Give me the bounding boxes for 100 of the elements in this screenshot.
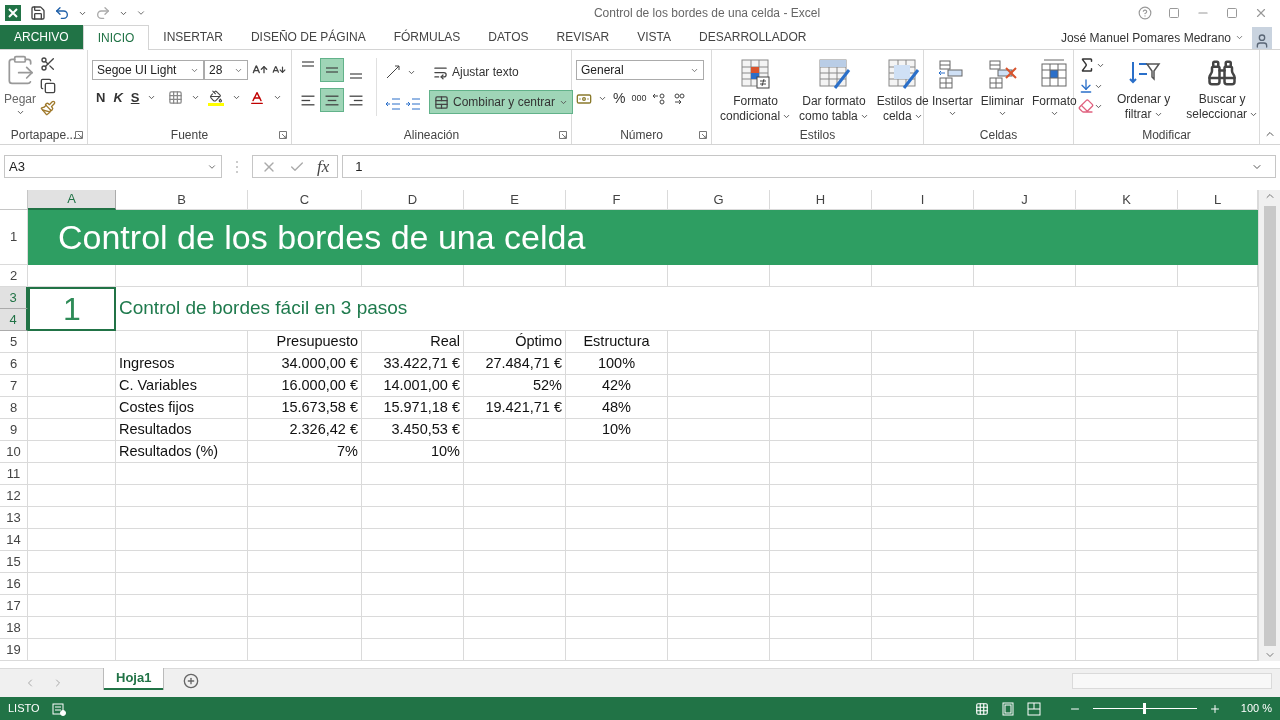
zoom-in-icon[interactable] — [1208, 702, 1221, 715]
find-select-button[interactable]: Buscar y seleccionar — [1182, 54, 1263, 122]
ribbon-tab[interactable]: DATOS — [474, 25, 543, 49]
group-label: Alineación — [403, 127, 460, 144]
formula-field[interactable]: 1 — [342, 155, 1276, 178]
macro-record-icon[interactable] — [51, 701, 66, 716]
cut-icon[interactable] — [40, 56, 57, 72]
wrap-text-button[interactable]: Ajustar texto — [429, 60, 574, 84]
name-box[interactable]: A3 — [4, 155, 222, 178]
page-layout-icon[interactable] — [1000, 701, 1015, 716]
dialog-launcher-icon[interactable] — [559, 131, 567, 139]
format-painter-icon[interactable] — [40, 100, 57, 116]
table-cell: 7% — [248, 441, 362, 463]
fill-color-icon[interactable] — [208, 89, 225, 106]
underline-button[interactable]: S — [130, 88, 140, 108]
table-cell: 33.422,71 € — [362, 353, 464, 375]
vertical-scrollbar[interactable] — [1258, 190, 1280, 661]
decrease-decimal-icon[interactable] — [672, 91, 687, 106]
empty-cell[interactable] — [28, 397, 116, 419]
italic-button[interactable]: K — [113, 88, 123, 108]
ribbon-tab[interactable]: REVISAR — [542, 25, 624, 49]
table-header-cell: Presupuesto — [248, 331, 362, 353]
styles-button[interactable]: Formato condicional — [716, 54, 796, 124]
percent-button[interactable]: % — [613, 88, 626, 109]
empty-cell[interactable] — [464, 419, 566, 441]
table-cell: 2.326,42 € — [248, 419, 362, 441]
thousands-button[interactable]: 000 — [631, 91, 647, 106]
ribbon-tab[interactable]: INICIO — [82, 25, 150, 50]
align-icon — [301, 61, 315, 67]
user-name[interactable]: José Manuel Pomares Medrano — [1060, 28, 1235, 47]
table-cell: 42% — [566, 375, 668, 397]
caret-icon — [859, 112, 869, 121]
close-icon[interactable] — [1254, 6, 1268, 20]
customize-icon[interactable] — [136, 8, 146, 18]
group-label: Número — [620, 127, 663, 144]
select-all-corner[interactable] — [0, 190, 28, 210]
new-sheet-icon[interactable] — [183, 673, 200, 689]
fill-down-icon[interactable] — [1078, 78, 1094, 94]
zoom-level[interactable]: 100 % — [1240, 700, 1272, 717]
ribbon-tab[interactable]: DISEÑO DE PÁGINA — [236, 25, 380, 49]
font-family-field[interactable]: Segoe UI Light — [92, 60, 204, 80]
empty-cell[interactable] — [28, 353, 116, 375]
page-break-icon[interactable] — [1026, 701, 1041, 716]
merged-cell[interactable]: 1 — [28, 287, 116, 331]
dialog-launcher-icon[interactable] — [75, 131, 83, 139]
bold-button[interactable]: N — [96, 88, 106, 108]
table-cell: 52% — [464, 375, 566, 397]
sort-filter-button[interactable]: Ordenar y filtrar — [1113, 54, 1175, 122]
align-icon — [301, 94, 315, 106]
paste-button[interactable]: Pegar — [4, 54, 37, 117]
scroll-thumb[interactable] — [1263, 206, 1276, 646]
number-format-field[interactable]: General — [576, 60, 704, 80]
ribbon-tab[interactable]: FÓRMULAS — [379, 25, 475, 49]
middle-align-button[interactable] — [320, 58, 344, 82]
merge-cells-icon — [434, 94, 449, 110]
cells-button[interactable]: Eliminar — [976, 54, 1029, 118]
borders-icon[interactable] — [168, 90, 184, 106]
zoom-slider-thumb[interactable] — [1143, 703, 1147, 714]
horizontal-scrollbar[interactable] — [1072, 673, 1272, 689]
sheet-tab[interactable]: Hoja1 — [104, 668, 164, 690]
center-button[interactable] — [320, 88, 344, 112]
caret-icon[interactable] — [1235, 33, 1244, 42]
copy-icon[interactable] — [40, 78, 57, 94]
delete-cells-icon — [986, 58, 1019, 90]
row-header[interactable]: 3 — [0, 287, 28, 309]
group-label: Modificar — [1142, 127, 1191, 144]
font-color-icon[interactable] — [249, 89, 266, 106]
table-format-icon — [816, 58, 851, 90]
orientation-icon[interactable] — [385, 64, 403, 80]
normal-view-icon[interactable] — [974, 701, 989, 716]
dialog-launcher-icon[interactable] — [279, 131, 287, 139]
empty-cell[interactable] — [28, 375, 116, 397]
help-icon[interactable] — [1138, 6, 1152, 20]
ribbon-tab[interactable]: DESARROLLADOR — [685, 25, 821, 49]
styles-button[interactable]: Dar formato como tabla — [795, 54, 873, 124]
insert-function-button[interactable]: fx — [317, 153, 330, 180]
empty-cell[interactable] — [28, 441, 116, 463]
cells-button[interactable]: Formato — [1028, 54, 1081, 118]
ribbon-tab[interactable]: INSERTAR — [149, 25, 237, 49]
maximize-icon[interactable] — [1226, 7, 1238, 19]
eraser-icon[interactable] — [1078, 98, 1094, 114]
column-header[interactable]: A — [28, 190, 116, 210]
dialog-launcher-icon[interactable] — [699, 131, 707, 139]
row-header[interactable]: 4 — [0, 309, 28, 331]
merge-center-button[interactable]: Combinar y centrar — [429, 90, 574, 114]
undo-icon[interactable] — [54, 5, 70, 21]
ribbon-display-icon[interactable] — [1168, 7, 1180, 19]
increase-decimal-icon[interactable] — [652, 91, 667, 106]
table-cell: 10% — [362, 441, 464, 463]
empty-cell[interactable] — [28, 419, 116, 441]
decrease-indent-icon[interactable] — [385, 97, 401, 111]
ribbon-tab[interactable]: VISTA — [623, 25, 686, 49]
font-size-field[interactable]: 28 — [204, 60, 248, 80]
increase-indent-icon[interactable] — [405, 97, 421, 111]
caret-icon — [947, 109, 957, 118]
save-icon[interactable] — [30, 5, 46, 21]
cell-styles-icon — [885, 58, 920, 90]
redo-icon[interactable] — [95, 5, 111, 21]
grip-icon[interactable] — [234, 159, 240, 174]
file-tab[interactable]: ARCHIVO — [0, 25, 83, 49]
